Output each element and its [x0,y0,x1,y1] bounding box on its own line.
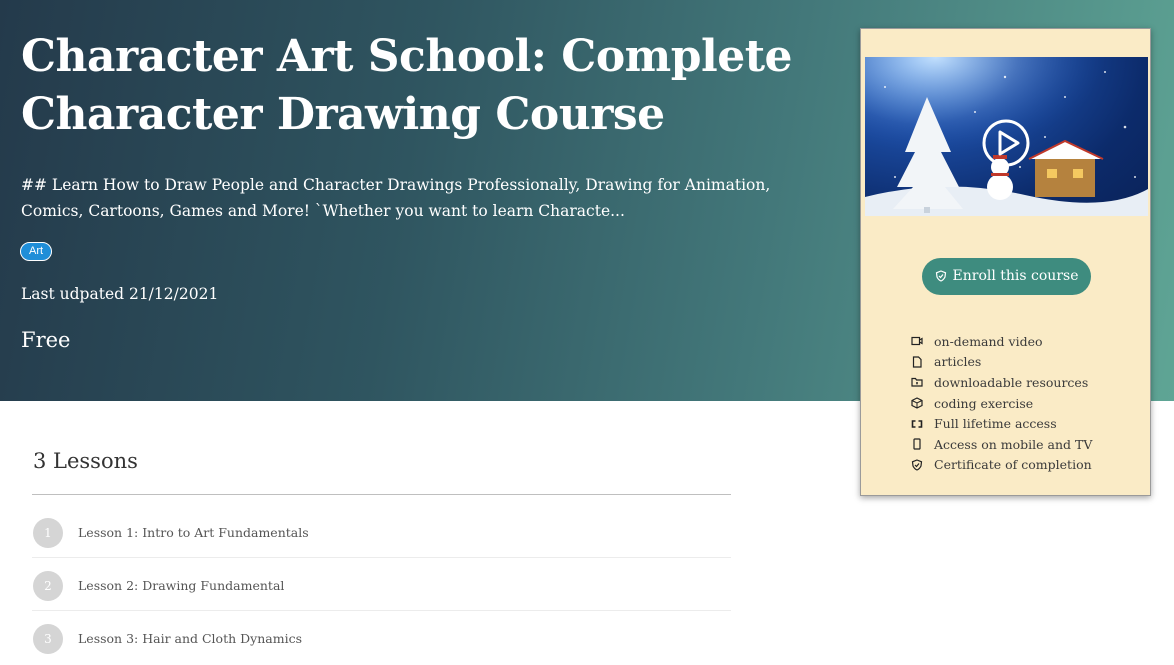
course-description: ## Learn How to Draw People and Characte… [21,176,771,220]
course-features-list: on-demand video articles downloadable re… [911,331,1092,475]
last-updated: Last udpated 21/12/2021 [21,285,219,303]
preview-thumbnail-image [865,57,1148,216]
shield-check-icon [935,270,946,282]
enroll-card: Enroll this course on-demand video artic… [860,28,1151,496]
feature-item: downloadable resources [911,372,1092,393]
mobile-icon [913,438,921,450]
feature-item: Full lifetime access [911,413,1092,434]
enroll-label: Enroll this course [952,268,1079,284]
certificate-icon [911,459,923,471]
feature-label: Access on mobile and TV [934,436,1093,452]
lesson-number: 2 [33,571,63,601]
feature-label: Certificate of completion [934,457,1092,473]
course-title: Character Art School: Complete Character… [21,31,793,140]
video-icon [911,337,923,346]
feature-label: Full lifetime access [934,416,1057,432]
feature-label: downloadable resources [934,374,1089,390]
lesson-number: 3 [33,624,63,654]
feature-item: Certificate of completion [911,455,1092,476]
feature-item: coding exercise [911,393,1092,414]
infinity-icon [911,419,923,428]
category-tag[interactable]: Art [20,242,53,261]
feature-item: articles [911,352,1092,373]
code-icon [911,397,923,409]
feature-label: coding exercise [934,395,1034,411]
feature-label: articles [934,354,982,370]
feature-item: on-demand video [911,331,1092,352]
folder-icon [911,378,923,388]
feature-item: Access on mobile and TV [911,434,1092,455]
lesson-title[interactable]: Lesson 2: Drawing Fundamental [78,578,284,593]
course-preview-video[interactable] [865,57,1148,216]
lesson-title[interactable]: Lesson 3: Hair and Cloth Dynamics [78,631,302,646]
course-price: Free [21,328,71,352]
lessons-heading: 3 Lessons [33,449,138,473]
lesson-item[interactable]: 1 Lesson 1: Intro to Art Fundamentals [32,505,731,558]
lesson-item[interactable]: 2 Lesson 2: Drawing Fundamental [32,558,731,611]
enroll-button[interactable]: Enroll this course [922,258,1091,295]
lesson-item[interactable]: 3 Lesson 3: Hair and Cloth Dynamics [32,611,731,664]
file-icon [912,356,922,368]
lesson-title[interactable]: Lesson 1: Intro to Art Fundamentals [78,525,309,540]
lessons-divider [32,494,731,495]
lesson-number: 1 [33,518,63,548]
feature-label: on-demand video [934,333,1043,349]
